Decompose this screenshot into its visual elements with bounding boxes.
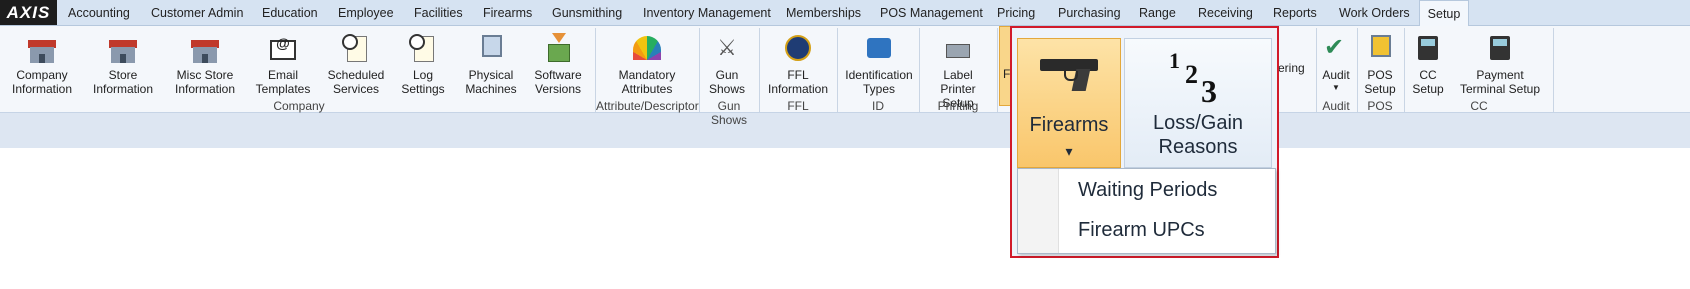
payment-terminal-setup-button[interactable]: Payment Terminal Setup [1454, 32, 1546, 96]
card-terminal-icon [1412, 32, 1444, 64]
cc-setup-button[interactable]: CC Setup [1408, 32, 1448, 96]
color-fan-icon [631, 32, 663, 64]
firearms-button[interactable]: Firearms ▾ [1017, 38, 1121, 168]
menu-setup[interactable]: Setup [1419, 0, 1469, 27]
menu-purchasing[interactable]: Purchasing [1058, 6, 1121, 20]
scheduled-document-icon [340, 32, 372, 64]
menu-employee[interactable]: Employee [338, 6, 394, 20]
pos-setup-label: POS Setup [1364, 68, 1396, 96]
group-label-ffl: FFL [787, 99, 809, 113]
group-label-cc: CC [1470, 99, 1488, 113]
company-information-label: Company Information [11, 68, 73, 96]
pistols-icon: ⚔ [717, 35, 737, 60]
audit-button[interactable]: ✔ Audit ▼ [1318, 32, 1354, 92]
menu-work-orders[interactable]: Work Orders [1339, 6, 1410, 20]
identification-types-button[interactable]: Identification Types [844, 32, 914, 96]
menu-pricing[interactable]: Pricing [997, 6, 1035, 20]
physical-machines-label: Physical Machines [465, 68, 517, 96]
ordinal-one: 1 [1169, 48, 1180, 73]
pos-icon [1364, 32, 1396, 64]
misc-store-information-label: Misc Store Information [174, 68, 236, 96]
physical-machines-button[interactable]: Physical Machines [462, 32, 520, 96]
menu-inventory-management[interactable]: Inventory Management [643, 6, 771, 20]
group-separator [1553, 28, 1554, 112]
cc-setup-label: CC Setup [1412, 68, 1444, 96]
store-information-label: Store Information [92, 68, 154, 96]
menu-memberships[interactable]: Memberships [786, 6, 861, 20]
gun-shows-button[interactable]: ⚔ Gun Shows [705, 32, 749, 97]
scheduled-services-label: Scheduled Services [327, 68, 385, 96]
company-information-button[interactable]: Company Information [10, 32, 74, 96]
one-two-three-icon: 1 2 3 [1153, 49, 1243, 113]
email-templates-label: Email Templates [255, 68, 311, 96]
package-icon [542, 32, 574, 64]
chevron-down-icon: ▾ [1065, 143, 1073, 159]
id-card-icon [863, 32, 895, 64]
dropdown-item-waiting-periods[interactable]: Waiting Periods [1078, 179, 1217, 202]
monitor-icon [475, 32, 507, 64]
mandatory-attributes-label: Mandatory Attributes [618, 68, 676, 96]
group-separator [1404, 28, 1405, 112]
menu-accounting[interactable]: Accounting [68, 6, 130, 20]
group-label-audit: Audit [1322, 99, 1350, 113]
group-label-company: Company [273, 99, 325, 113]
mandatory-attributes-button[interactable]: Mandatory Attributes [612, 32, 682, 96]
payment-terminal-setup-label: Payment Terminal Setup [1459, 68, 1541, 96]
email-templates-button[interactable]: @ Email Templates [254, 32, 312, 96]
menu-firearms[interactable]: Firearms [483, 6, 532, 20]
envelope-icon: @ [267, 32, 299, 64]
seal-icon [782, 32, 814, 64]
store-icon [189, 32, 221, 64]
ffl-information-button[interactable]: FFL Information [766, 32, 830, 96]
dropdown-icon-gutter [1018, 169, 1059, 253]
menu-pos-management[interactable]: POS Management [880, 6, 983, 20]
menu-customer-admin[interactable]: Customer Admin [151, 6, 243, 20]
misc-store-information-button[interactable]: Misc Store Information [172, 32, 238, 96]
log-settings-label: Log Settings [401, 68, 445, 96]
menu-education[interactable]: Education [262, 6, 318, 20]
checklist-icon: ✔ [1324, 34, 1345, 61]
ffl-information-label: FFL Information [767, 68, 829, 96]
menu-reports[interactable]: Reports [1273, 6, 1317, 20]
menu-receiving[interactable]: Receiving [1198, 6, 1253, 20]
building-icon [26, 32, 58, 64]
store-information-button[interactable]: Store Information [92, 32, 154, 96]
identification-types-label: Identification Types [845, 68, 913, 96]
menu-range[interactable]: Range [1139, 6, 1176, 20]
store-icon [107, 32, 139, 64]
axis-logo: AXIS [0, 0, 57, 25]
pos-setup-button[interactable]: POS Setup [1360, 32, 1400, 96]
log-document-icon [407, 32, 439, 64]
firearms-button-label: Firearms [1029, 114, 1109, 136]
audit-label: Audit [1322, 68, 1350, 82]
menu-bar: AXIS Accounting Customer Admin Education… [0, 0, 1690, 27]
group-label-printing: Printing [937, 99, 979, 113]
ordinal-two: 2 [1185, 60, 1198, 89]
loss-gain-reasons-button[interactable]: 1 2 3 Loss/Gain Reasons [1124, 38, 1272, 168]
ribbon-footer-band [0, 113, 1690, 148]
gun-shows-label: Gun Shows [708, 68, 746, 96]
ordinal-three: 3 [1201, 73, 1217, 109]
group-separator [997, 28, 998, 112]
menu-gunsmithing[interactable]: Gunsmithing [552, 6, 622, 20]
group-label-gun-shows: Gun Shows [710, 99, 748, 127]
software-versions-button[interactable]: Software Versions [530, 32, 586, 96]
software-versions-label: Software Versions [534, 68, 582, 96]
menu-facilities[interactable]: Facilities [414, 6, 463, 20]
dropdown-item-firearm-upcs[interactable]: Firearm UPCs [1078, 219, 1205, 242]
card-terminal-icon [1484, 32, 1516, 64]
group-label-id: ID [872, 99, 884, 113]
log-settings-button[interactable]: Log Settings [398, 32, 448, 96]
firearms-dropdown-menu: Waiting Periods Firearm UPCs [1017, 168, 1276, 254]
chevron-down-icon: ▼ [1332, 83, 1340, 92]
ordering-button-partial[interactable]: ering [1278, 61, 1305, 75]
group-label-pos: POS [1367, 99, 1393, 113]
printer-icon [942, 32, 974, 64]
pistol-icon [1040, 55, 1100, 91]
group-label-attribute: Attribute/Descriptor [596, 99, 699, 113]
loss-gain-reasons-label: Loss/Gain Reasons [1152, 112, 1244, 158]
scheduled-services-button[interactable]: Scheduled Services [326, 32, 386, 96]
